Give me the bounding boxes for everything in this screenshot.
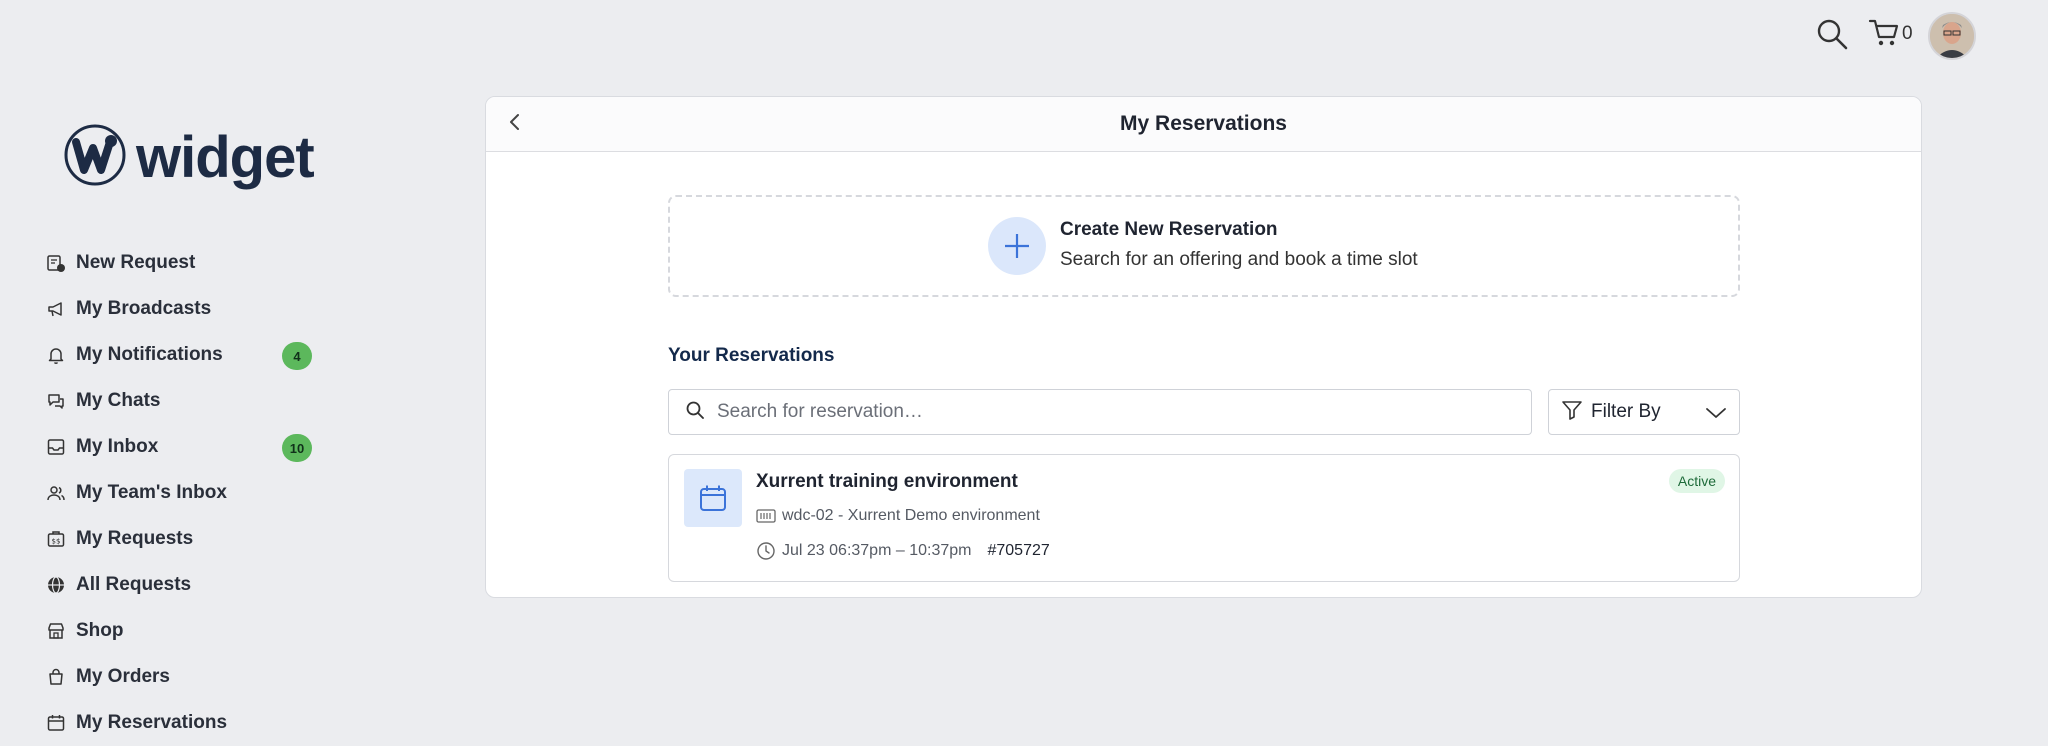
sidebar-item-notifications[interactable]: My Notifications 4 xyxy=(46,332,316,378)
new-request-icon xyxy=(46,253,66,273)
cart-count: 0 xyxy=(1902,23,1913,44)
clock-icon xyxy=(756,541,776,561)
sidebar-item-label: My Orders xyxy=(76,666,170,687)
sidebar-item-chats[interactable]: My Chats xyxy=(46,378,316,424)
inbox-count-badge: 10 xyxy=(282,434,312,462)
megaphone-icon xyxy=(46,299,66,319)
sidebar-nav: New Request My Broadcasts My Notificatio… xyxy=(46,240,316,746)
sidebar-item-inbox[interactable]: My Inbox 10 xyxy=(46,424,316,470)
reservation-environment: wdc-02 - Xurrent Demo environment xyxy=(782,507,1040,524)
store-icon xyxy=(46,621,66,641)
reservation-environment-row: wdc-02 - Xurrent Demo environment xyxy=(756,507,1040,525)
widget-logo-icon xyxy=(64,124,126,191)
panel-header: My Reservations xyxy=(486,97,1921,152)
filter-dropdown[interactable]: Filter By xyxy=(1548,389,1740,435)
notification-count-badge: 4 xyxy=(282,342,312,370)
top-bar: 0 xyxy=(0,0,2048,72)
page-title: My Reservations xyxy=(1120,112,1287,135)
filter-icon xyxy=(1561,399,1583,426)
cart-button[interactable]: 0 xyxy=(1868,16,1913,52)
reservation-card[interactable]: Xurrent training environment wdc-02 - Xu… xyxy=(668,454,1740,582)
globe-icon xyxy=(46,575,66,595)
create-reservation-button[interactable]: Create New Reservation Search for an off… xyxy=(668,195,1740,297)
sidebar-item-label: My Broadcasts xyxy=(76,298,212,319)
chat-icon xyxy=(46,391,66,411)
inbox-icon xyxy=(46,437,66,457)
reservation-name: Xurrent training environment xyxy=(756,471,1018,492)
server-icon xyxy=(756,508,776,524)
create-reservation-subtitle: Search for an offering and book a time s… xyxy=(1060,249,1418,270)
search-icon xyxy=(685,400,705,425)
sidebar-item-label: My Team's Inbox xyxy=(76,482,227,503)
search-placeholder: Search for reservation… xyxy=(717,401,923,422)
sidebar-item-label: My Chats xyxy=(76,390,161,411)
section-title: Your Reservations xyxy=(668,345,835,366)
reservations-panel: My Reservations Create New Reservation S… xyxy=(485,96,1922,598)
calendar-icon xyxy=(46,713,66,733)
search-icon[interactable] xyxy=(1814,16,1850,52)
plus-icon xyxy=(988,217,1046,275)
sidebar-item-label: New Request xyxy=(76,252,196,273)
calendar-icon xyxy=(684,469,742,527)
sidebar-item-broadcasts[interactable]: My Broadcasts xyxy=(46,286,316,332)
cart-icon xyxy=(1868,16,1900,53)
brand-name: widget xyxy=(136,124,315,190)
create-reservation-title: Create New Reservation xyxy=(1060,219,1278,240)
brand-logo[interactable]: widget xyxy=(64,124,315,191)
sidebar-item-orders[interactable]: My Orders xyxy=(46,654,316,700)
chevron-down-icon xyxy=(1705,403,1727,428)
sidebar-item-label: Shop xyxy=(76,620,124,641)
sidebar-item-label: All Requests xyxy=(76,574,192,595)
sidebar-item-shop[interactable]: Shop xyxy=(46,608,316,654)
sidebar-item-reservations[interactable]: My Reservations xyxy=(46,700,316,746)
reservation-time-row: Jul 23 06:37pm – 10:37pm #705727 xyxy=(756,541,1050,561)
sidebar-item-all-requests[interactable]: All Requests xyxy=(46,562,316,608)
svg-text:$$: $$ xyxy=(52,538,61,546)
bag-icon xyxy=(46,667,66,687)
bell-icon xyxy=(46,345,66,365)
sidebar-item-team-inbox[interactable]: My Team's Inbox xyxy=(46,470,316,516)
team-icon xyxy=(46,483,66,503)
sidebar-item-new-request[interactable]: New Request xyxy=(46,240,316,286)
sidebar-item-label: My Requests xyxy=(76,528,194,549)
filter-label: Filter By xyxy=(1591,401,1661,422)
sidebar-item-label: My Notifications xyxy=(76,344,223,365)
reservation-id: #705727 xyxy=(987,542,1050,559)
sidebar-item-label: My Inbox xyxy=(76,436,159,457)
sidebar-item-requests[interactable]: $$ My Requests xyxy=(46,516,316,562)
status-badge: Active xyxy=(1668,469,1725,493)
avatar[interactable] xyxy=(1928,12,1976,60)
requests-icon: $$ xyxy=(46,529,66,549)
sidebar-item-label: My Reservations xyxy=(76,712,228,733)
reservation-time: Jul 23 06:37pm – 10:37pm xyxy=(782,542,972,559)
reservation-search-input[interactable]: Search for reservation… xyxy=(668,389,1532,435)
